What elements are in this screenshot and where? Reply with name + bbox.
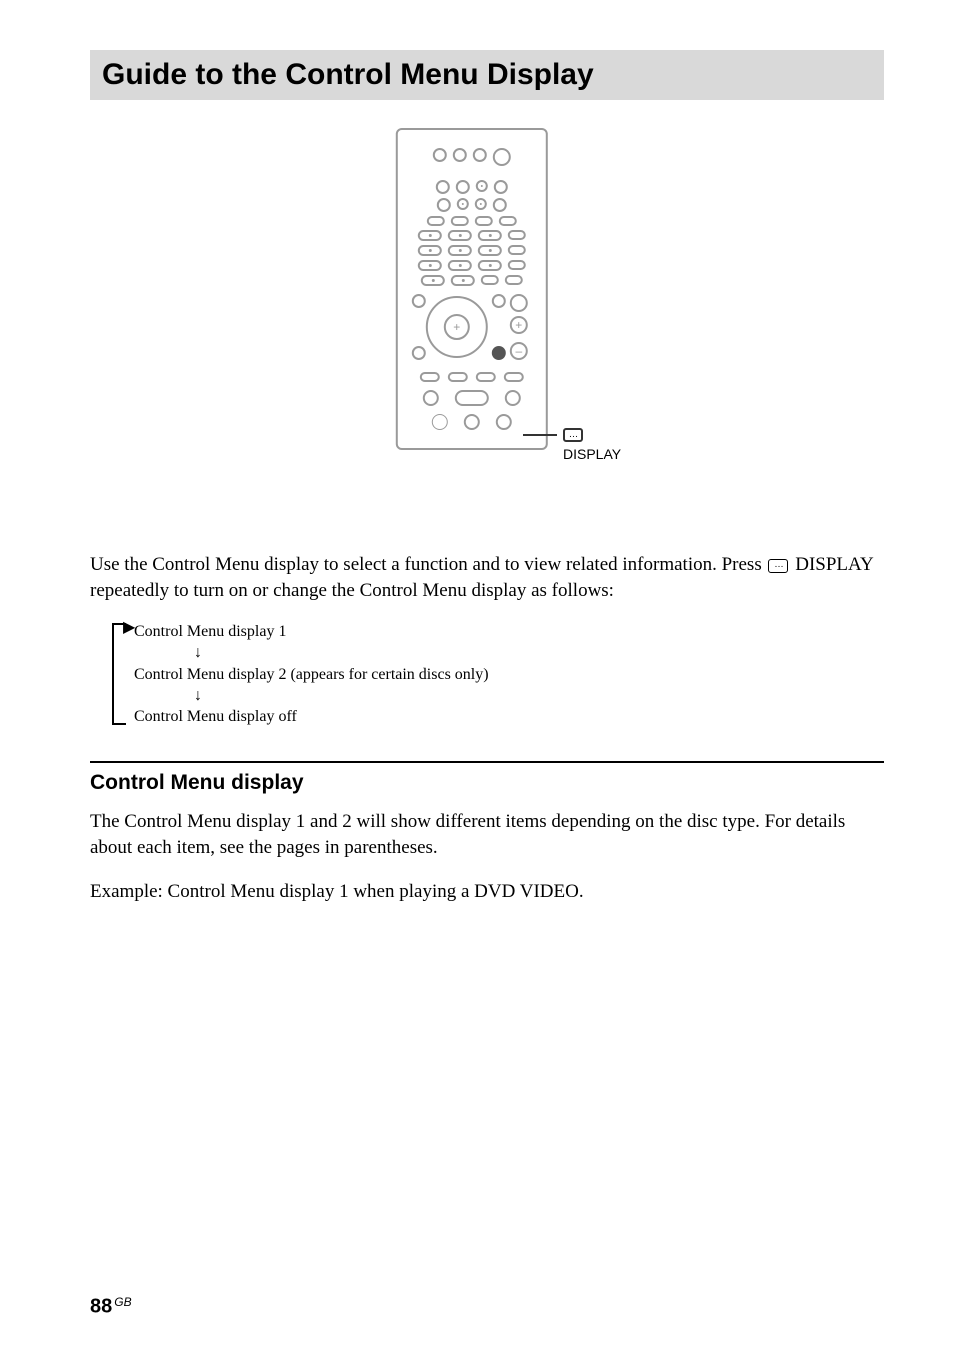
display-button-icon — [492, 346, 506, 360]
cycle-bracket-icon — [112, 623, 126, 725]
display-icon — [563, 428, 583, 442]
document-page: Guide to the Control Menu Display + — [0, 0, 954, 1352]
page-number-value: 88 — [90, 1295, 112, 1317]
example-line: Example: Control Menu display 1 when pla… — [90, 879, 884, 905]
intro-text-pre: Use the Control Menu display to select a… — [90, 554, 766, 575]
callout-label: DISPLAY — [563, 446, 621, 462]
title-bar: Guide to the Control Menu Display — [90, 50, 884, 100]
page-number: 88GB — [90, 1295, 132, 1318]
arrow-down-icon: ↓ — [134, 685, 884, 706]
flow-step-3: Control Menu display off — [134, 706, 884, 727]
section-heading: Control Menu display — [90, 771, 884, 795]
flow-step-2: Control Menu display 2 (appears for cert… — [134, 664, 884, 685]
arrow-down-icon: ↓ — [134, 642, 884, 663]
section-divider — [90, 761, 884, 763]
page-number-suffix: GB — [114, 1295, 131, 1309]
remote-diagram: + – DISPLAY — [90, 128, 884, 528]
flow-step-1: Control Menu display 1 — [134, 621, 884, 642]
arrow-right-icon: ▶ — [123, 618, 135, 637]
menu-flow-diagram: ▶ Control Menu display 1 ↓ Control Menu … — [134, 621, 884, 727]
page-title: Guide to the Control Menu Display — [102, 58, 872, 92]
display-button-callout: DISPLAY — [523, 428, 589, 442]
remote-control-illustration: + – — [396, 128, 548, 450]
section-body: The Control Menu display 1 and 2 will sh… — [90, 809, 884, 860]
intro-paragraph: Use the Control Menu display to select a… — [90, 552, 884, 603]
display-icon — [768, 559, 788, 573]
